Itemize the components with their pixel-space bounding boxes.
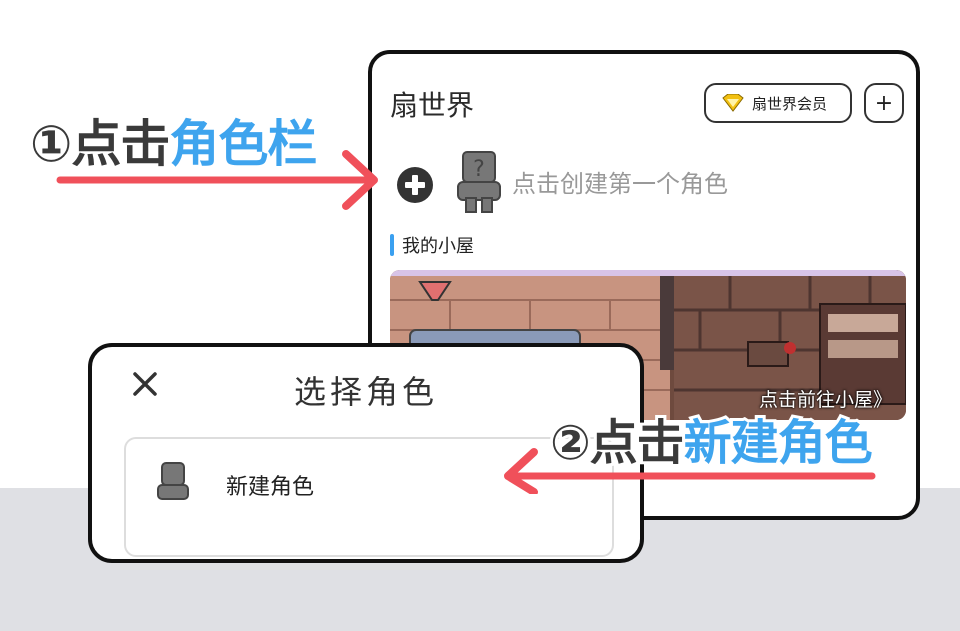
section-title: 我的小屋 (402, 236, 474, 257)
placeholder-avatar-icon (157, 462, 189, 500)
character-bar[interactable]: ? 点击创建第一个角色 (394, 151, 894, 214)
arrow-right-icon (56, 150, 378, 210)
my-house-section-header: 我的小屋 (390, 232, 474, 258)
svg-text:?: ? (473, 157, 485, 182)
app-title: 扇世界 (390, 89, 475, 122)
vip-button[interactable]: 扇世界会员 (704, 83, 852, 123)
vip-gem-icon (722, 94, 744, 112)
create-character-hint: 点击创建第一个角色 (512, 170, 728, 198)
vip-button-label: 扇世界会员 (752, 94, 828, 113)
plus-circle-icon[interactable] (396, 166, 434, 204)
section-accent-bar (390, 234, 394, 256)
arrow-left-icon (504, 448, 876, 494)
placeholder-avatar-icon: ? (457, 151, 501, 213)
add-button[interactable]: + (864, 83, 904, 123)
new-character-label: 新建角色 (226, 475, 315, 500)
